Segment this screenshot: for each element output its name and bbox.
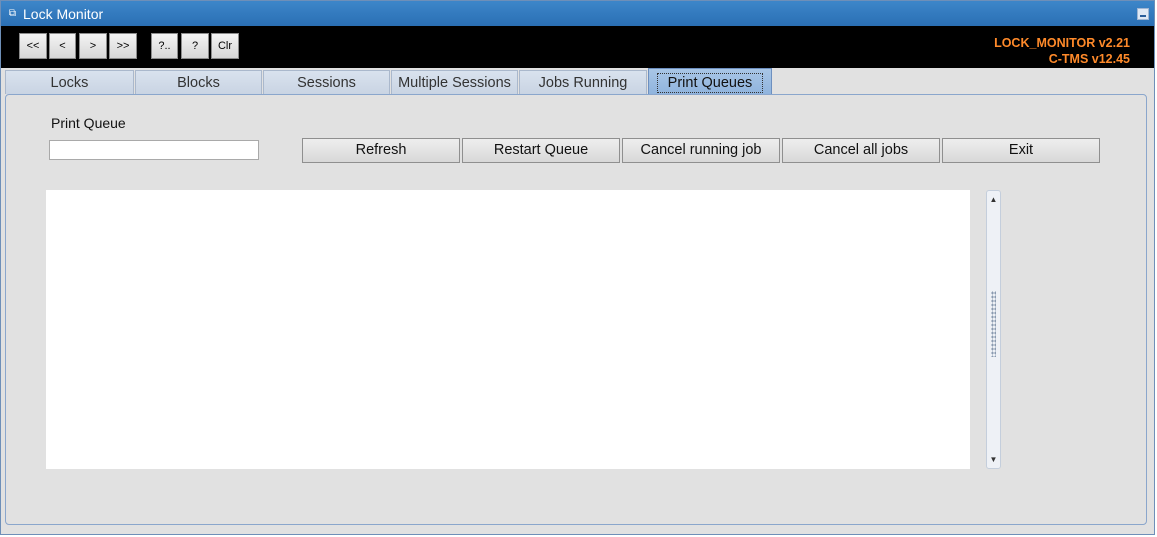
title-bar: ⧉ Lock Monitor [1,1,1154,26]
tab-jobs-running[interactable]: Jobs Running [519,70,647,94]
version-line-2: C-TMS v12.45 [1048,52,1130,66]
tab-label: Jobs Running [538,75,628,91]
print-queue-input[interactable] [49,140,259,160]
tab-label: Multiple Sessions [398,75,511,91]
exit-button[interactable]: Exit [942,138,1100,163]
refresh-button[interactable]: Refresh [302,138,460,163]
tab-label: Print Queues [656,73,764,93]
tab-strip: Locks Blocks Sessions Multiple Sessions … [1,68,1154,95]
print-queue-label: Print Queue [51,115,126,131]
tab-label: Locks [50,75,89,91]
lock-monitor-window: ⧉ Lock Monitor << < > >> ?.. ? Clr LOCK_… [0,0,1155,535]
window-title: Lock Monitor [23,6,104,22]
print-queue-list[interactable] [46,190,970,469]
last-record-button[interactable]: >> [109,33,137,59]
next-record-button[interactable]: > [79,33,107,59]
tab-blocks[interactable]: Blocks [135,70,262,94]
minimize-icon[interactable] [1137,8,1149,20]
scroll-up-icon[interactable]: ▲ [988,193,999,206]
tab-print-queues[interactable]: Print Queues [648,68,772,95]
tab-locks[interactable]: Locks [5,70,134,94]
scroll-down-icon[interactable]: ▼ [988,453,999,466]
help-button[interactable]: ? [181,33,209,59]
tab-label: Sessions [297,75,356,91]
scroll-grip[interactable] [991,291,996,357]
tab-sessions[interactable]: Sessions [263,70,390,94]
tab-label: Blocks [177,75,220,91]
cancel-all-jobs-button[interactable]: Cancel all jobs [782,138,940,163]
restart-queue-button[interactable]: Restart Queue [462,138,620,163]
toolbar: << < > >> ?.. ? Clr LOCK_MONITOR v2.21 C… [1,26,1154,68]
list-values-button[interactable]: ?.. [151,33,178,59]
clear-button[interactable]: Clr [211,33,239,59]
app-icon: ⧉ [8,8,17,19]
first-record-button[interactable]: << [19,33,47,59]
cancel-running-job-button[interactable]: Cancel running job [622,138,780,163]
tab-multiple-sessions[interactable]: Multiple Sessions [391,70,518,94]
version-info: LOCK_MONITOR v2.21 C-TMS v12.45 [994,35,1130,67]
vertical-scrollbar[interactable]: ▲ ▼ [986,190,1001,469]
version-line-1: LOCK_MONITOR v2.21 [994,36,1130,50]
previous-record-button[interactable]: < [49,33,76,59]
